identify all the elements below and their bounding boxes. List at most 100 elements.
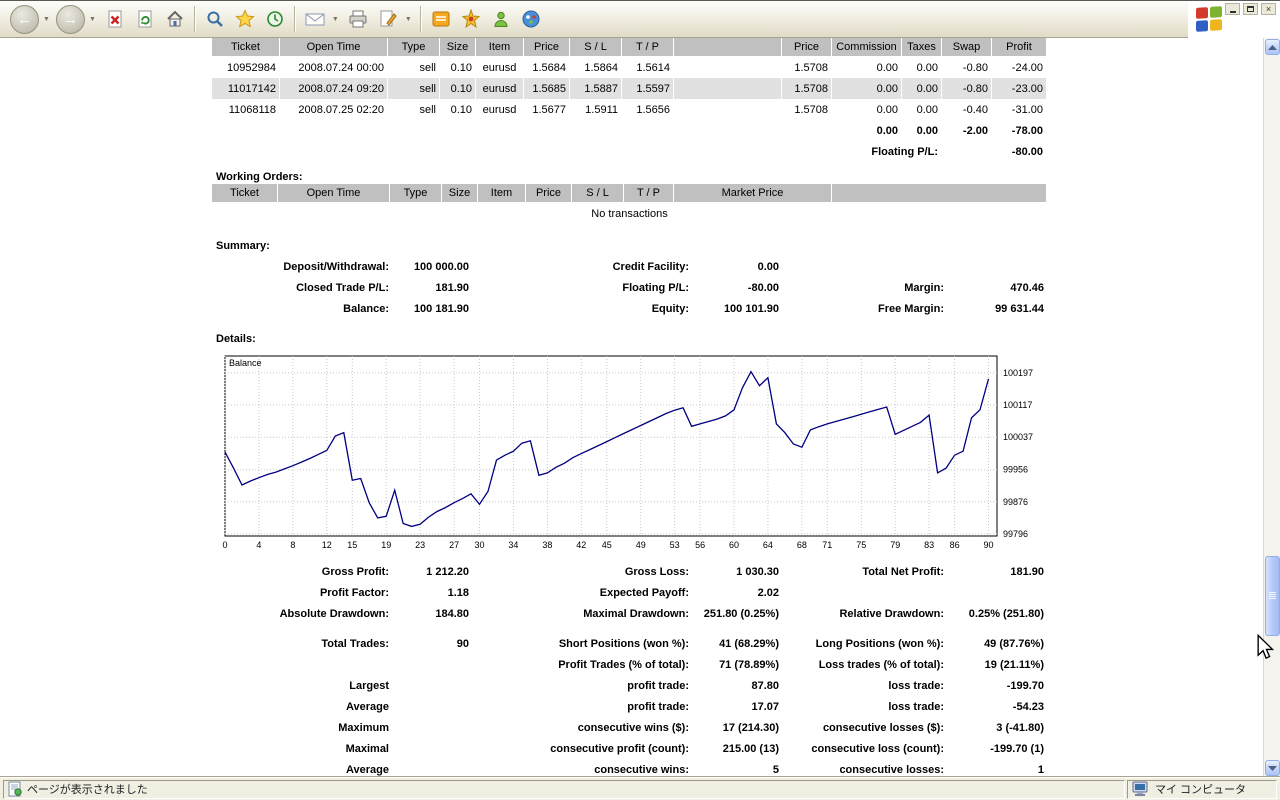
edit-button[interactable] xyxy=(373,3,403,35)
refresh-icon xyxy=(138,10,152,28)
kv-cell: 1 212.20 xyxy=(426,565,469,578)
close-button[interactable]: × xyxy=(1261,3,1276,15)
column-header: S / L xyxy=(572,184,624,203)
refresh-button[interactable] xyxy=(130,3,160,35)
x-tick-label: 79 xyxy=(890,540,900,550)
search-button[interactable] xyxy=(200,3,230,35)
back-dropdown[interactable]: ▼ xyxy=(43,16,50,23)
cell: 1.5864 xyxy=(584,61,618,74)
cell: 1.5684 xyxy=(532,61,566,74)
close-icon: × xyxy=(1265,3,1272,14)
column-header: Size xyxy=(442,184,478,203)
arrow-down-icon xyxy=(1268,765,1277,771)
floating-pl-value: -80.00 xyxy=(1011,145,1043,158)
cell: -31.00 xyxy=(1011,103,1043,116)
details-title: Details: xyxy=(216,333,256,345)
minimize-button[interactable] xyxy=(1225,3,1240,15)
stop-button[interactable] xyxy=(100,3,130,35)
cell: 0.00 xyxy=(902,78,942,99)
kv-row: Total Trades: 90 Short Positions (won %): 4… xyxy=(212,633,1047,654)
edit-dropdown[interactable]: ▼ xyxy=(405,16,412,23)
cell: 1.5685 xyxy=(524,78,570,99)
blue-app-icon xyxy=(522,10,540,28)
kv-cell: 19 (21.11%) xyxy=(984,658,1044,671)
cell: 11017142 xyxy=(212,78,280,99)
mail-button[interactable] xyxy=(300,3,330,35)
kv-cell: 100 101.90 xyxy=(723,302,779,315)
kv-cell: Profit Trades (% of total): xyxy=(558,658,689,671)
star-button[interactable] xyxy=(456,3,486,35)
kv-cell: loss trade: xyxy=(888,679,944,692)
kv-cell: 5 xyxy=(772,763,779,776)
back-button[interactable]: ← xyxy=(8,3,41,35)
x-tick-label: 0 xyxy=(222,540,227,550)
messenger-button[interactable] xyxy=(486,3,516,35)
mail-dropdown[interactable]: ▼ xyxy=(332,16,339,23)
kv-cell: Total Net Profit: xyxy=(862,565,944,578)
kv-row: Average profit trade: 17.07 loss trade: -54.… xyxy=(212,696,1047,717)
security-zone-panel: マイ コンピュータ xyxy=(1127,779,1277,799)
scrollbar-thumb[interactable] xyxy=(1265,556,1280,636)
windows-logo-icon xyxy=(1196,6,1222,32)
document-button[interactable] xyxy=(426,3,456,35)
favorites-button[interactable] xyxy=(230,3,260,35)
working-orders-title: Working Orders: xyxy=(216,171,303,183)
kv-cell: consecutive losses: xyxy=(839,763,944,776)
kv-cell: loss trade: xyxy=(888,700,944,713)
stop-icon xyxy=(108,10,122,28)
forward-dropdown[interactable]: ▼ xyxy=(89,16,96,23)
forward-button[interactable]: → xyxy=(54,3,87,35)
home-button[interactable] xyxy=(160,3,190,35)
scroll-down-button[interactable] xyxy=(1265,760,1280,776)
gold-star-icon xyxy=(461,9,480,29)
column-header: Item xyxy=(476,38,524,57)
cell: 1.5614 xyxy=(636,61,670,74)
maximize-button[interactable] xyxy=(1243,3,1258,15)
forward-arrow-icon: → xyxy=(55,4,85,34)
vertical-scrollbar[interactable] xyxy=(1263,38,1280,777)
kv-cell: consecutive losses ($): xyxy=(822,721,944,734)
print-button[interactable] xyxy=(343,3,373,35)
kv-cell: consecutive profit (count): xyxy=(550,742,689,755)
kv-cell xyxy=(947,256,1047,277)
column-header: Type xyxy=(390,184,442,203)
column-header: Profit xyxy=(992,38,1047,57)
y-tick-label: 100197 xyxy=(1003,368,1033,378)
kv-cell: 0.00 xyxy=(757,260,779,273)
trades-header-row: Ticket Open Time Type Size Item Price S / LT /… xyxy=(212,38,1047,57)
kv-cell: 99 631.44 xyxy=(995,302,1044,315)
total-cell: 0.00 xyxy=(916,124,938,137)
x-tick-label: 34 xyxy=(508,540,518,550)
summary-title: Summary: xyxy=(216,240,270,252)
edit-pencil-icon xyxy=(380,10,397,27)
kv-cell: 215.00 (13) xyxy=(722,742,779,755)
floating-pl-label: Floating P/L: xyxy=(871,145,938,158)
x-tick-label: 49 xyxy=(636,540,646,550)
kv-row: Deposit/Withdrawal: 100 000.00 Credit Faci… xyxy=(212,256,1047,277)
history-button[interactable] xyxy=(260,3,290,35)
kv-cell xyxy=(212,654,392,675)
x-tick-label: 64 xyxy=(763,540,773,550)
open-trades-table: Ticket Open Time Type Size Item Price S / LT /… xyxy=(212,38,1047,162)
print-icon xyxy=(349,10,367,28)
kv-cell: Gross Profit: xyxy=(321,565,389,578)
kv-cell: 251.80 (0.25%) xyxy=(703,607,779,620)
scroll-up-button[interactable] xyxy=(1265,39,1280,55)
mail-icon xyxy=(305,13,325,26)
cell xyxy=(674,57,782,78)
kv-cell: Short Positions (won %): xyxy=(558,637,689,650)
cell: 1.5708 xyxy=(794,103,828,116)
kv-cell: 71 (78.89%) xyxy=(719,658,779,671)
toolbar-separator xyxy=(293,6,296,32)
kv-cell: 1 030.30 xyxy=(736,565,779,578)
trade-row: 11068118 2008.07.25 02:20 sell 0.10 eurusd 1.… xyxy=(212,99,1047,120)
search-icon xyxy=(207,11,223,27)
cell: eurusd xyxy=(482,103,517,116)
minimize-icon xyxy=(1229,11,1236,13)
cell: 10952984 xyxy=(227,61,276,74)
kv-cell: -199.70 (1) xyxy=(990,742,1044,755)
kv-row: Gross Profit: 1 212.20 Gross Loss: 1 030.30… xyxy=(212,561,1047,582)
column-header: Open Time xyxy=(278,184,390,203)
apps-button[interactable] xyxy=(516,3,546,35)
kv-cell: 470.46 xyxy=(1010,281,1044,294)
